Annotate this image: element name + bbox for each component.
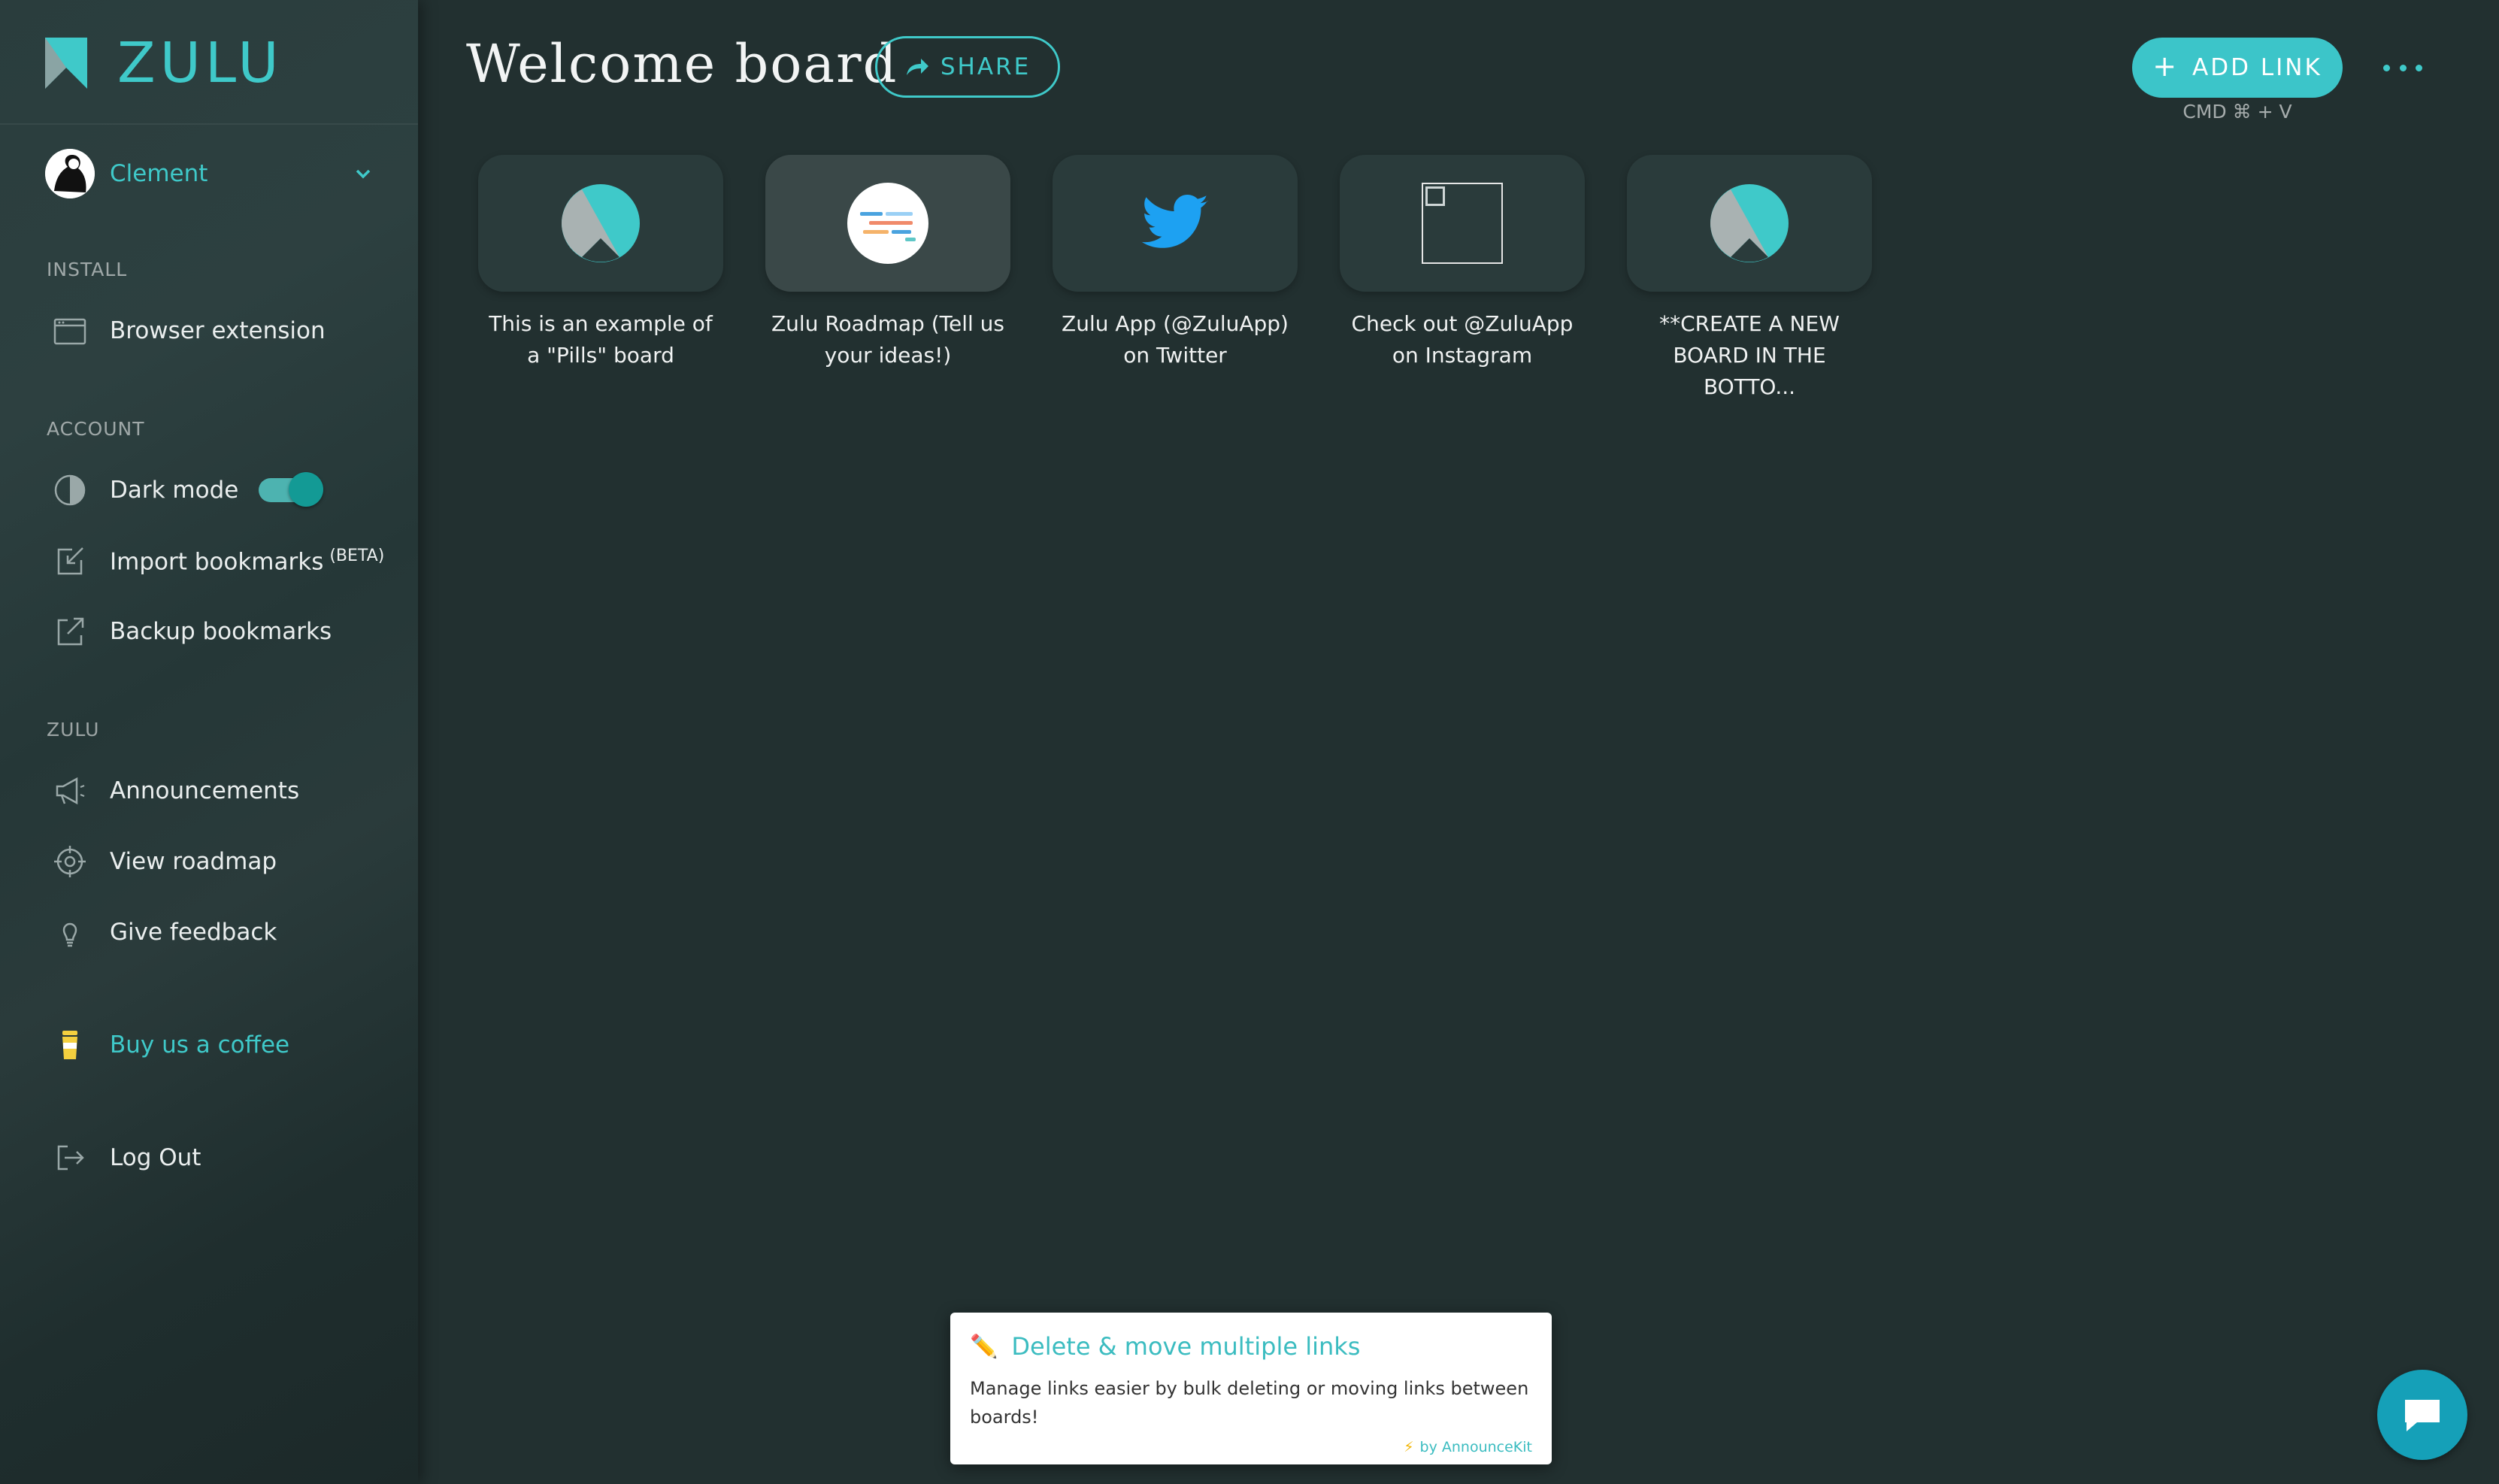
- coffee-cup-icon: [53, 1028, 87, 1062]
- link-card-create-board[interactable]: **CREATE A NEW BOARD IN THE BOTTO...: [1627, 155, 1872, 403]
- credit-label: by AnnounceKit: [1419, 1439, 1532, 1455]
- user-menu[interactable]: Clement: [45, 147, 376, 200]
- add-link-button[interactable]: + ADD LINK: [2132, 38, 2343, 98]
- sidebar-item-label: Dark mode: [110, 477, 239, 504]
- card-tile[interactable]: [1627, 155, 1872, 292]
- section-heading-install: INSTALL: [47, 259, 128, 280]
- sidebar-item-announcements[interactable]: Announcements: [53, 768, 299, 813]
- sidebar-item-label: Buy us a coffee: [110, 1031, 290, 1058]
- announcement-body: Manage links easier by bulk deleting or …: [970, 1378, 1529, 1428]
- share-button[interactable]: SHARE: [875, 36, 1060, 98]
- avatar: [45, 149, 95, 198]
- sidebar-item-view-roadmap[interactable]: View roadmap: [53, 839, 277, 884]
- chat-bubble-icon: [2405, 1400, 2440, 1431]
- sidebar-item-label: View roadmap: [110, 848, 277, 875]
- sidebar-item-label: Import bookmarks: [110, 548, 324, 576]
- broken-image-icon: [1422, 183, 1503, 264]
- card-title: **CREATE A NEW BOARD IN THE BOTTO...: [1659, 311, 1840, 399]
- card-title: This is an example of a "Pills" board: [489, 311, 713, 368]
- add-link-shortcut-hint: CMD ⌘ + V: [2182, 101, 2292, 123]
- more-options-icon[interactable]: [2383, 53, 2422, 83]
- board-title: Welcome board: [466, 33, 898, 95]
- megaphone-icon: [53, 774, 87, 808]
- twitter-bird-icon: [1141, 195, 1208, 248]
- share-arrow-icon: [906, 59, 928, 75]
- card-tile[interactable]: [1340, 155, 1585, 292]
- add-link-label: ADD LINK: [2192, 54, 2322, 81]
- crosshair-icon: [53, 844, 87, 879]
- sidebar-item-give-feedback[interactable]: Give feedback: [53, 910, 277, 955]
- toggle-knob: [289, 472, 323, 507]
- sidebar-item-label: Log Out: [110, 1144, 201, 1171]
- beta-badge: (BETA): [329, 546, 385, 565]
- link-card-instagram[interactable]: Check out @ZuluApp on Instagram: [1340, 155, 1585, 371]
- export-icon: [53, 614, 87, 649]
- sidebar-item-label: Browser extension: [110, 317, 326, 344]
- link-card-roadmap[interactable]: Zulu Roadmap (Tell us your ideas!): [765, 155, 1010, 371]
- card-tile[interactable]: [478, 155, 723, 292]
- plus-icon: +: [2152, 50, 2179, 83]
- card-title: Zulu Roadmap (Tell us your ideas!): [771, 311, 1004, 368]
- chevron-down-icon[interactable]: [350, 161, 376, 186]
- sidebar: ZULU Clement INSTALL Browser extension A…: [0, 0, 418, 1484]
- sidebar-item-buy-coffee[interactable]: Buy us a coffee: [53, 1022, 289, 1068]
- sidebar-item-browser-extension[interactable]: Browser extension: [53, 308, 326, 353]
- announcement-popup[interactable]: ✏️ Delete & move multiple links Manage l…: [950, 1313, 1552, 1464]
- card-title: Zulu App (@ZuluApp) on Twitter: [1062, 311, 1289, 368]
- logout-icon: [53, 1140, 87, 1175]
- announcement-title[interactable]: Delete & move multiple links: [1011, 1332, 1360, 1361]
- section-heading-zulu: ZULU: [47, 719, 100, 740]
- sidebar-item-label-wrap: Import bookmarks (BETA): [110, 547, 384, 575]
- sidebar-item-import-bookmarks[interactable]: Import bookmarks (BETA): [53, 538, 384, 583]
- sidebar-item-label: Backup bookmarks: [110, 618, 332, 645]
- card-tile[interactable]: [765, 155, 1010, 292]
- sidebar-item-dark-mode[interactable]: Dark mode: [53, 468, 238, 513]
- sidebar-item-backup-bookmarks[interactable]: Backup bookmarks: [53, 609, 332, 654]
- announcement-header: ✏️ Delete & move multiple links: [970, 1332, 1532, 1361]
- zulu-logo-icon: [562, 184, 640, 262]
- share-label: SHARE: [940, 53, 1031, 80]
- app-name: ZULU: [117, 31, 283, 95]
- chat-widget-button[interactable]: [2377, 1370, 2467, 1460]
- app-logo[interactable]: ZULU: [45, 31, 283, 95]
- user-name: Clement: [110, 160, 208, 187]
- pencil-icon: ✏️: [970, 1333, 998, 1360]
- roadmap-icon: [847, 183, 928, 264]
- sidebar-item-log-out[interactable]: Log Out: [53, 1135, 201, 1180]
- link-card-twitter[interactable]: Zulu App (@ZuluApp) on Twitter: [1053, 155, 1298, 371]
- import-icon: [53, 544, 87, 578]
- zulu-logo-icon: [1710, 184, 1789, 262]
- dark-mode-toggle[interactable]: [259, 472, 323, 507]
- card-tile[interactable]: [1053, 155, 1298, 292]
- zulu-logo-icon: [45, 38, 87, 89]
- browser-window-icon: [53, 313, 87, 348]
- sidebar-item-label: Give feedback: [110, 919, 277, 946]
- sidebar-item-label: Announcements: [110, 777, 300, 804]
- divider: [0, 123, 418, 125]
- announcekit-credit[interactable]: ⚡ by AnnounceKit: [1404, 1439, 1532, 1455]
- contrast-icon: [53, 473, 87, 507]
- card-title: Check out @ZuluApp on Instagram: [1351, 311, 1574, 368]
- link-card-pills-board[interactable]: This is an example of a "Pills" board: [478, 155, 723, 371]
- lightbulb-icon: [53, 915, 87, 949]
- lightning-icon: ⚡: [1404, 1439, 1414, 1455]
- section-heading-account: ACCOUNT: [47, 418, 145, 440]
